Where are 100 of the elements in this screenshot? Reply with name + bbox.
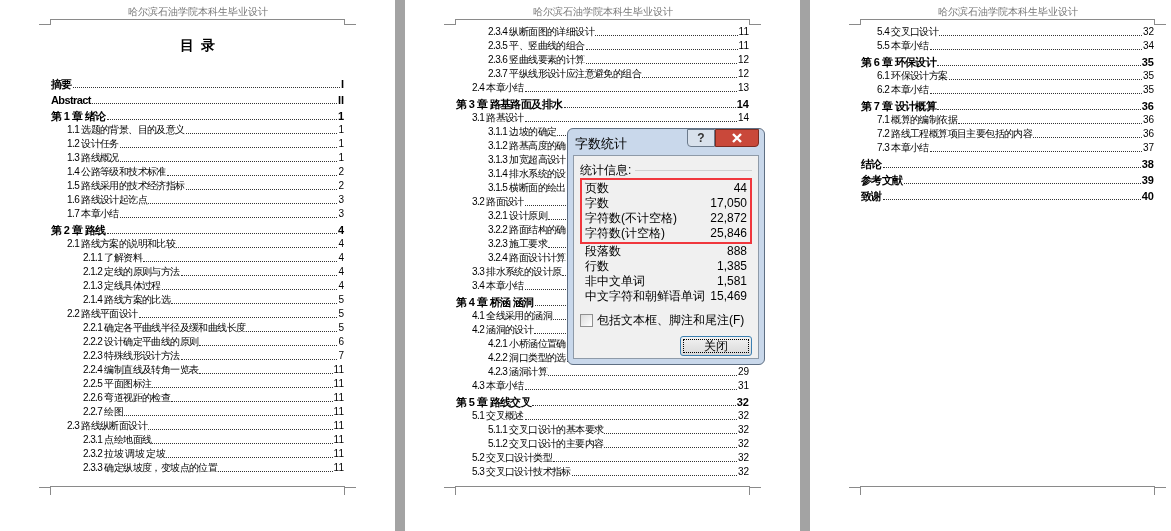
toc-entry-title: 6.2 本章小结 (877, 83, 929, 97)
toc-entry-title: 3.1.2 路基高度的确 (488, 139, 566, 153)
toc-entry-title: 2.3.4 纵断面图的详细设计 (488, 25, 595, 39)
toc-entry-title: 2.3.3 确定纵坡度，变坡点的位置 (83, 461, 218, 475)
toc-entry-title: 3.1.3 加宽超高设计 (488, 153, 566, 167)
toc-entry-title: 3.1.5 横断面的绘出 (488, 181, 566, 195)
page-number: 34 (1142, 39, 1154, 53)
toc-entry-title: 1.7 本章小结 (67, 207, 119, 221)
toc-entry-title: 1.4 公路等级和技术标准 (67, 165, 166, 179)
page-number: I (340, 77, 344, 91)
toc-entry-title: 2.1 路线方案的说明和比较 (67, 237, 176, 251)
toc-entry-title: 1.6 路线设计起讫点 (67, 193, 148, 207)
toc-entry-title: Abstract (51, 93, 91, 107)
toc-entry-title: 6.1 环保设计方案 (877, 69, 948, 83)
page-number: 35 (1142, 83, 1154, 97)
toc-entry-title: 1.2 设计任务 (67, 137, 119, 151)
page-number: 11 (333, 447, 344, 461)
toc-entry-title: 3.2.2 路面结构的确 (488, 223, 566, 237)
dialog-title: 字数统计 (575, 136, 627, 152)
page-number: 32 (737, 437, 749, 451)
toc-entry-title: 5.1 交叉概述 (472, 409, 524, 423)
toc-entry-title: 2.1.1 了解资料 (83, 251, 143, 265)
toc-entry-title: 5.2 交叉口设计类型 (472, 451, 553, 465)
stat-label: 字数 (585, 196, 609, 211)
toc-entry-title: 3.2 路面设计 (472, 195, 524, 209)
stat-label: 段落数 (585, 244, 621, 259)
stat-label: 字符数(不计空格) (585, 211, 677, 226)
close-button[interactable] (715, 129, 759, 147)
checkbox[interactable] (580, 313, 593, 327)
page-number: 1 (338, 137, 344, 151)
toc-entry-title: 参考文献 (861, 173, 903, 187)
stat-value: 1,385 (716, 259, 747, 274)
toc-entry-title: 致谢 (861, 189, 882, 203)
toc-entry-title: 5.1.2 交叉口设计的主要内容 (488, 437, 604, 451)
toc-entry-title: 4.1 全线采用的涵洞 (472, 309, 553, 323)
toc-entry-title: 2.3.6 竖曲线要素的计算 (488, 53, 585, 67)
page-number: 35 (1141, 55, 1154, 69)
stat-value: 44 (733, 181, 747, 196)
toc-entry-title: 3.1.1 边坡的确定 (488, 125, 557, 139)
toc-entry-title: 4.3 本章小结 (472, 379, 524, 393)
page-number: 32 (736, 395, 749, 409)
close-dialog-button[interactable]: 关闭 (680, 336, 752, 356)
help-button[interactable]: ? (687, 129, 715, 147)
toc-entry-title: 1.5 路线采用的技术经济指标 (67, 179, 185, 193)
page-number: 2 (338, 165, 344, 179)
toc-entry-title: 5.3 交叉口设计技术指标 (472, 465, 571, 479)
stat-value: 25,846 (710, 226, 747, 241)
toc-entry-title: 第 3 章 路基路面及排水 (456, 97, 563, 111)
page-number: 14 (736, 97, 749, 111)
page-number: 5 (338, 293, 344, 307)
page-number: 32 (737, 423, 749, 437)
toc-entry-title: 3.1 路基设计 (472, 111, 524, 125)
page-number: 12 (737, 67, 749, 81)
toc-entry-title: 2.3.5 平、竖曲线的组合 (488, 39, 585, 53)
page-number: 3 (338, 207, 344, 221)
page-number: 11 (333, 363, 344, 377)
toc-entry-title: 摘要 (51, 77, 72, 91)
page-number: 5 (338, 321, 344, 335)
page-number: 32 (737, 465, 749, 479)
toc-entry-title: 2.1.2 定线的原则与方法 (83, 265, 180, 279)
toc-entry-title: 4.2.1 小桥涵位置确 (488, 337, 566, 351)
page-number: 5 (338, 307, 344, 321)
toc-entry-title: 第 1 章 绪论 (51, 109, 106, 123)
toc-entry-title: 5.5 本章小结 (877, 39, 929, 53)
checkbox-label: 包括文本框、脚注和尾注(F) (597, 312, 745, 329)
page-number: 11 (333, 433, 344, 447)
page-number: 2 (338, 179, 344, 193)
toc-entry-title: 第 6 章 环保设计 (861, 55, 937, 69)
page-number: 32 (1142, 25, 1154, 39)
toc-entry-title: 5.4 交叉口设计 (877, 25, 939, 39)
stat-label: 字符数(计空格) (585, 226, 665, 241)
stat-value: 1,581 (716, 274, 747, 289)
page-number: 1 (338, 151, 344, 165)
toc-entry-title: 2.2.4 编制直线及转角一览表 (83, 363, 199, 377)
page-number: 11 (333, 461, 344, 475)
close-icon (731, 133, 743, 143)
toc-entry-title: 5.1.1 交叉口设计的基本要求 (488, 423, 604, 437)
toc-entry-title: 2.2.7 绘图 (83, 405, 124, 419)
toc-entry-title: 第 5 章 路线交叉 (456, 395, 532, 409)
stat-value: 888 (726, 244, 747, 259)
toc-entry-title: 3.2.3 施工要求 (488, 237, 548, 251)
page-number: 1 (337, 109, 344, 123)
toc-entry-title: 7.3 本章小结 (877, 141, 929, 155)
toc-title: 目 录 (178, 37, 217, 53)
toc-entry-title: 第 2 章 路线 (51, 223, 106, 237)
toc-entry-title: 4.2.2 洞口类型的选 (488, 351, 566, 365)
page-number: 13 (737, 81, 749, 95)
page-number: 14 (737, 111, 749, 125)
page-number: 4 (338, 237, 344, 251)
page-number: 4 (338, 265, 344, 279)
stat-label: 非中文单词 (585, 274, 645, 289)
page-number: 1 (338, 123, 344, 137)
page-number: 4 (337, 223, 344, 237)
toc-entry-title: 2.3 路线纵断面设计 (67, 419, 148, 433)
page-number: 11 (333, 419, 344, 433)
page-number: 31 (737, 379, 749, 393)
page-number: 35 (1142, 69, 1154, 83)
page-number: 40 (1141, 189, 1154, 203)
page-number: 11 (333, 377, 344, 391)
page-number: 38 (1141, 157, 1154, 171)
